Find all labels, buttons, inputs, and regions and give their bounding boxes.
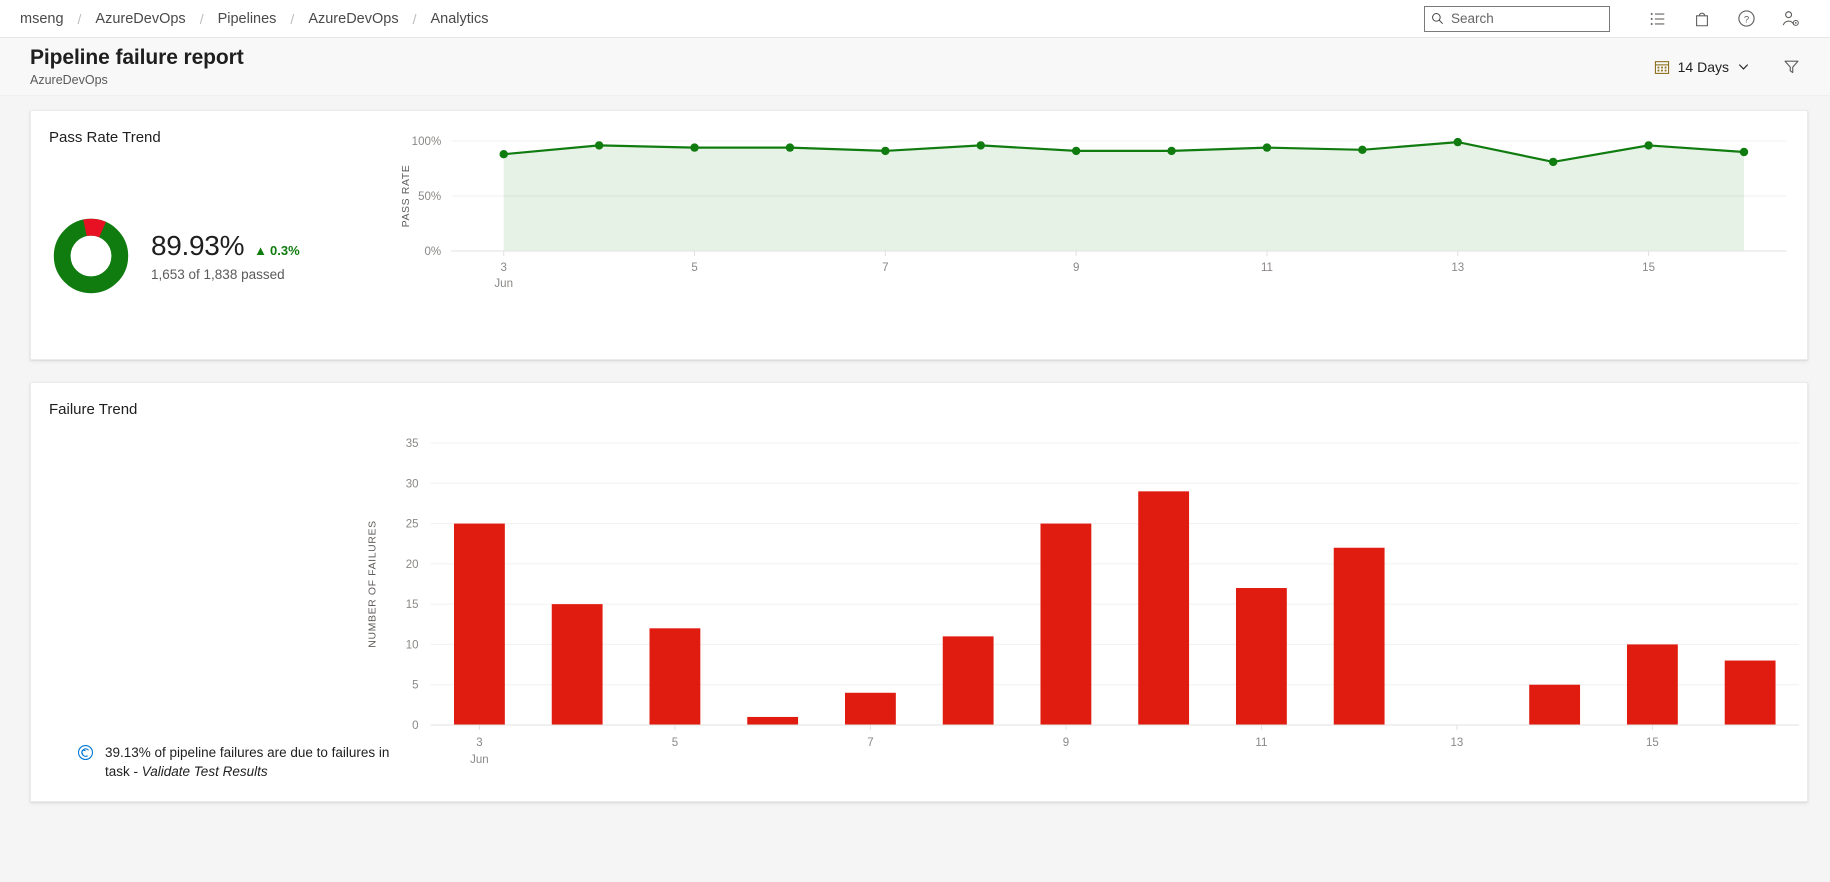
- page-header-actions: 14 Days: [1644, 51, 1808, 83]
- failure-insight: 39.13% of pipeline failures are due to f…: [77, 743, 407, 781]
- svg-text:?: ?: [1743, 14, 1748, 25]
- breadcrumb-separator: /: [290, 10, 295, 27]
- failure-insight-text: 39.13% of pipeline failures are due to f…: [105, 743, 407, 781]
- breadcrumb-separator: /: [199, 10, 204, 27]
- pass-rate-delta: ▲ 0.3%: [254, 243, 300, 258]
- page-header-titles: Pipeline failure report AzureDevOps: [30, 46, 244, 86]
- top-navigation-bar: mseng / AzureDevOps / Pipelines / AzureD…: [0, 0, 1830, 38]
- breadcrumb-item-analytics[interactable]: Analytics: [424, 9, 494, 29]
- svg-text:13: 13: [1451, 262, 1464, 274]
- breadcrumb-separator: /: [412, 10, 417, 27]
- svg-text:Jun: Jun: [470, 754, 489, 766]
- chevron-down-icon: [1738, 64, 1749, 70]
- search-input[interactable]: [1451, 11, 1603, 26]
- page-subtitle: AzureDevOps: [30, 72, 108, 87]
- search-icon: [1432, 13, 1444, 25]
- svg-text:3: 3: [501, 262, 507, 274]
- work-items-icon[interactable]: [1636, 0, 1680, 38]
- svg-text:9: 9: [1063, 737, 1069, 749]
- svg-text:9: 9: [1073, 262, 1079, 274]
- svg-text:15: 15: [1642, 262, 1655, 274]
- delta-up-arrow-icon: ▲: [254, 243, 268, 258]
- delta-value: 0.3%: [270, 243, 300, 258]
- svg-text:11: 11: [1261, 262, 1273, 274]
- svg-text:5: 5: [412, 680, 418, 692]
- page-header: Pipeline failure report AzureDevOps 14 D…: [0, 38, 1830, 96]
- svg-text:100%: 100%: [412, 136, 442, 148]
- search-box[interactable]: [1424, 5, 1610, 32]
- svg-text:25: 25: [406, 519, 419, 531]
- top-bar-actions: ?: [1424, 0, 1812, 38]
- svg-text:30: 30: [406, 478, 419, 490]
- date-range-label: 14 Days: [1677, 58, 1729, 75]
- svg-text:7: 7: [867, 737, 873, 749]
- pass-rate-summary-text: 1,653 of 1,838 passed: [151, 267, 285, 282]
- breadcrumb-item-project[interactable]: AzureDevOps: [89, 9, 191, 29]
- breadcrumb-item-pipelines[interactable]: Pipelines: [212, 9, 283, 29]
- svg-text:0%: 0%: [425, 246, 442, 258]
- svg-text:35: 35: [406, 438, 419, 450]
- svg-text:0: 0: [412, 720, 418, 732]
- svg-text:3: 3: [476, 737, 482, 749]
- breadcrumb-item-organization[interactable]: mseng: [14, 9, 70, 29]
- user-settings-icon[interactable]: [1768, 0, 1812, 38]
- breadcrumb-separator: /: [77, 10, 82, 27]
- page-title: Pipeline failure report: [30, 46, 244, 70]
- help-icon[interactable]: ?: [1724, 0, 1768, 38]
- failure-trend-card: Failure Trend 0 5 10 15 20 25 30 35 NUMBER OF FA…: [30, 382, 1808, 802]
- pass-rate-trend-card: Pass Rate Trend 89.93% ▲ 0.3% 1,653 of 1…: [30, 110, 1808, 360]
- svg-text:15: 15: [1646, 737, 1659, 749]
- svg-text:10: 10: [406, 639, 419, 651]
- breadcrumb: mseng / AzureDevOps / Pipelines / AzureD…: [14, 9, 495, 29]
- date-range-picker[interactable]: 14 Days: [1644, 53, 1760, 81]
- marketplace-bag-icon[interactable]: [1680, 0, 1724, 38]
- svg-text:5: 5: [672, 737, 678, 749]
- pass-rate-donut-chart: [51, 216, 131, 296]
- failure-card-title: Failure Trend: [49, 401, 138, 418]
- pass-rate-line-chart[interactable]: 0% 50% 100% PASS RATE 3 Jun 5 7 9 11 13 15: [391, 111, 1807, 359]
- pass-rate-percent: 89.93%: [151, 230, 245, 261]
- insight-task-name: Validate Test Results: [141, 763, 268, 779]
- svg-text:NUMBER OF FAILURES: NUMBER OF FAILURES: [368, 520, 379, 647]
- svg-text:PASS RATE: PASS RATE: [400, 165, 412, 228]
- svg-text:Jun: Jun: [494, 278, 513, 290]
- svg-text:7: 7: [882, 262, 888, 274]
- insight-icon: [77, 744, 94, 760]
- filter-funnel-icon: [1784, 60, 1798, 74]
- breadcrumb-item-pipeline-name[interactable]: AzureDevOps: [302, 9, 404, 29]
- svg-text:50%: 50%: [418, 191, 441, 203]
- svg-text:13: 13: [1451, 737, 1464, 749]
- calendar-icon: [1654, 60, 1669, 74]
- svg-text:5: 5: [691, 262, 697, 274]
- pass-rate-card-title: Pass Rate Trend: [49, 129, 161, 146]
- svg-text:11: 11: [1255, 737, 1267, 749]
- pass-rate-stats: 89.93% ▲ 0.3% 1,653 of 1,838 passed: [151, 230, 300, 282]
- filter-button[interactable]: [1774, 51, 1808, 83]
- svg-text:20: 20: [406, 559, 419, 571]
- svg-text:15: 15: [406, 599, 419, 611]
- pass-rate-summary: 89.93% ▲ 0.3% 1,653 of 1,838 passed: [31, 153, 391, 359]
- report-content: Pass Rate Trend 89.93% ▲ 0.3% 1,653 of 1…: [0, 96, 1830, 802]
